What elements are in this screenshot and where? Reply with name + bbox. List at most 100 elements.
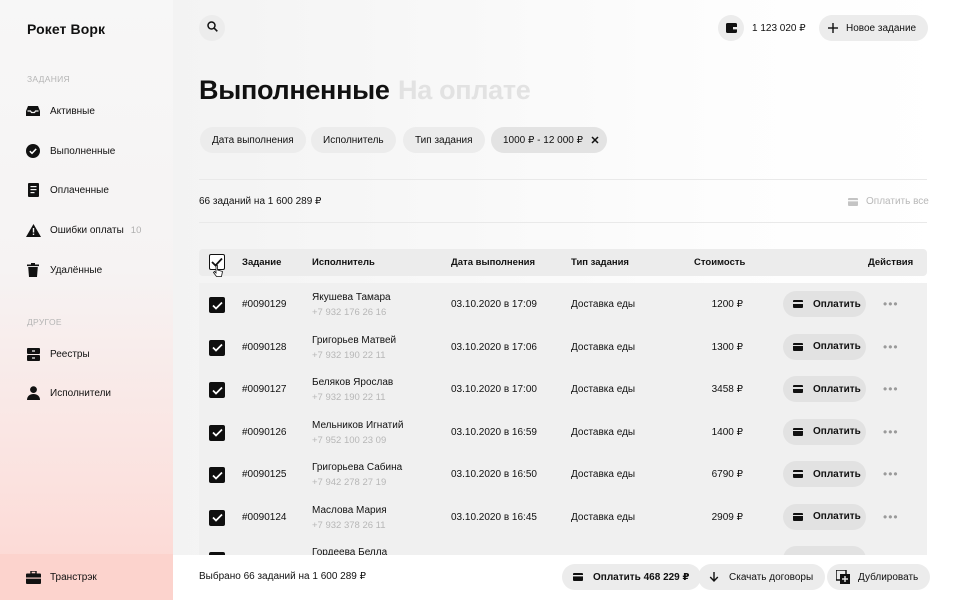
table-row[interactable]: #0090127 Беляков Ярослав +7 932 190 22 1… [199, 368, 927, 411]
sidebar-item-completed[interactable]: Выполненные [25, 141, 115, 161]
selection-action-bar: Выбрано 66 заданий на 1 600 289 ₽ Оплати… [173, 555, 954, 600]
duplicate-button[interactable]: Дублировать [827, 564, 931, 590]
wallet-icon [718, 15, 744, 41]
balance-display[interactable]: 1 123 020 ₽ [718, 15, 806, 41]
column-actions: Действия [868, 257, 914, 268]
row-checkbox[interactable] [209, 339, 225, 356]
table-row[interactable]: Гордеева Белла [199, 538, 927, 555]
new-task-label: Новое задание [846, 22, 917, 34]
search-button[interactable] [199, 15, 225, 41]
sidebar: Рокет Ворк ЗАДАНИЯ Активные Выполненные … [0, 0, 173, 600]
task-id[interactable]: #0090128 [242, 342, 287, 353]
column-executor[interactable]: Исполнитель [312, 249, 375, 276]
completion-date: 03.10.2020 в 17:06 [451, 341, 537, 353]
table-row[interactable]: #0090128 Григорьев Матвей +7 932 190 22 … [199, 326, 927, 369]
section-tasks-label: ЗАДАНИЯ [27, 74, 70, 84]
table-header: Задание Исполнитель Дата выполнения Тип … [199, 249, 927, 277]
executor-name[interactable]: Григорьев Матвей [312, 335, 396, 346]
task-cost: 3458 ₽ [711, 384, 743, 395]
table-row[interactable]: #0090126 Мельников Игнатий +7 952 100 23… [199, 411, 927, 454]
pay-button[interactable]: Оплатить [783, 291, 866, 317]
task-id[interactable]: #0090126 [242, 427, 287, 438]
card-icon [793, 342, 803, 351]
pay-all-label: Оплатить все [866, 196, 929, 207]
filter-date[interactable]: Дата выполнения [200, 127, 306, 153]
table-row[interactable]: #0090125 Григорьева Сабина +7 942 278 27… [199, 453, 927, 496]
more-actions-icon[interactable]: ••• [883, 510, 899, 524]
selection-summary: Выбрано 66 заданий на 1 600 289 ₽ [199, 571, 366, 582]
check-circle-icon [25, 143, 41, 159]
column-cost[interactable]: Стоимость [694, 249, 745, 276]
more-actions-icon[interactable]: ••• [883, 382, 899, 396]
pay-all-button[interactable]: Оплатить все [848, 196, 929, 207]
pay-button[interactable]: Оплатить [783, 418, 866, 445]
brand-logo[interactable]: Рокет Ворк [27, 21, 105, 37]
column-date[interactable]: Дата выполнения [451, 249, 535, 276]
warning-icon [25, 222, 41, 238]
task-cost: 2909 ₽ [711, 511, 743, 523]
sidebar-item-paid[interactable]: Оплаченные [25, 180, 109, 200]
sidebar-item-executors[interactable]: Исполнители [25, 383, 111, 403]
pay-button[interactable]: Оплатить [783, 333, 866, 360]
row-checkbox[interactable] [209, 424, 225, 441]
filter-executor[interactable]: Исполнитель [311, 127, 396, 153]
column-type[interactable]: Тип задания [571, 249, 629, 276]
filter-price-label: 1000 ₽ - 12 000 ₽ [503, 134, 583, 146]
pay-button[interactable] [783, 546, 866, 555]
tab-completed[interactable]: Выполненные [199, 75, 390, 106]
row-checkbox[interactable] [209, 467, 225, 483]
task-id[interactable]: #0090129 [242, 299, 287, 310]
executor-name[interactable]: Беляков Ярослав [312, 377, 393, 388]
pay-button[interactable]: Оплатить [783, 376, 866, 402]
sidebar-item-payment-errors[interactable]: Ошибки оплаты 10 [25, 220, 141, 240]
row-checkbox[interactable] [209, 382, 225, 398]
completion-date: 03.10.2020 в 17:09 [451, 299, 537, 310]
column-task[interactable]: Задание [242, 249, 281, 276]
executor-name[interactable]: Якушева Тамара [312, 292, 391, 303]
more-actions-icon[interactable]: ••• [883, 467, 899, 481]
task-id[interactable]: #0090124 [242, 512, 287, 523]
more-actions-icon[interactable]: ••• [883, 297, 899, 311]
sidebar-item-registries[interactable]: Реестры [25, 344, 90, 364]
pay-button[interactable]: Оплатить [783, 461, 866, 487]
table-row[interactable]: #0090124 Маслова Мария +7 932 378 26 11 … [199, 496, 927, 539]
completion-date: 03.10.2020 в 17:00 [451, 384, 537, 395]
executor-name[interactable]: Маслова Мария [312, 505, 387, 516]
executor-name[interactable]: Мельников Игнатий [312, 420, 403, 431]
download-contracts-button[interactable]: Скачать договоры [698, 564, 826, 590]
sidebar-item-label: Активные [50, 105, 95, 117]
completion-date: 03.10.2020 в 16:45 [451, 511, 537, 523]
more-actions-icon[interactable]: ••• [883, 340, 899, 354]
sidebar-item-deleted[interactable]: Удалённые [25, 260, 102, 280]
table-row[interactable]: #0090129 Якушева Тамара +7 932 176 26 16… [199, 283, 927, 326]
checkmark-icon [211, 428, 223, 437]
close-icon[interactable] [591, 136, 599, 144]
cursor-pointer-icon [213, 265, 223, 277]
filter-price-range[interactable]: 1000 ₽ - 12 000 ₽ [491, 127, 607, 153]
registry-icon [25, 346, 41, 362]
more-actions-icon[interactable]: ••• [883, 425, 899, 439]
task-type: Доставка еды [571, 341, 636, 353]
task-id[interactable]: #0090125 [242, 469, 287, 480]
sidebar-item-active[interactable]: Активные [25, 101, 95, 121]
new-task-button[interactable]: Новое задание [819, 15, 929, 41]
executor-name[interactable]: Гордеева Белла [312, 547, 387, 555]
task-id[interactable]: #0090127 [242, 384, 287, 395]
pay-label: Оплатить [813, 341, 861, 352]
filter-type[interactable]: Тип задания [403, 127, 485, 153]
checkmark-icon [211, 386, 223, 395]
tab-awaiting-payment[interactable]: На оплате [398, 75, 531, 106]
person-icon [25, 385, 41, 401]
company-switcher[interactable]: Транстрэк [0, 554, 173, 600]
pay-selected-button[interactable]: Оплатить 468 229 ₽ [562, 564, 702, 590]
checkmark-icon [211, 513, 223, 522]
card-icon [848, 197, 858, 206]
pay-button[interactable]: Оплатить [783, 503, 866, 530]
divider [199, 222, 927, 223]
sidebar-item-label: Исполнители [50, 387, 112, 399]
row-checkbox[interactable] [209, 509, 225, 526]
row-checkbox[interactable] [209, 297, 225, 313]
executor-name[interactable]: Григорьева Сабина [312, 462, 402, 473]
pay-label: Оплатить [813, 468, 861, 480]
search-icon [206, 19, 218, 37]
